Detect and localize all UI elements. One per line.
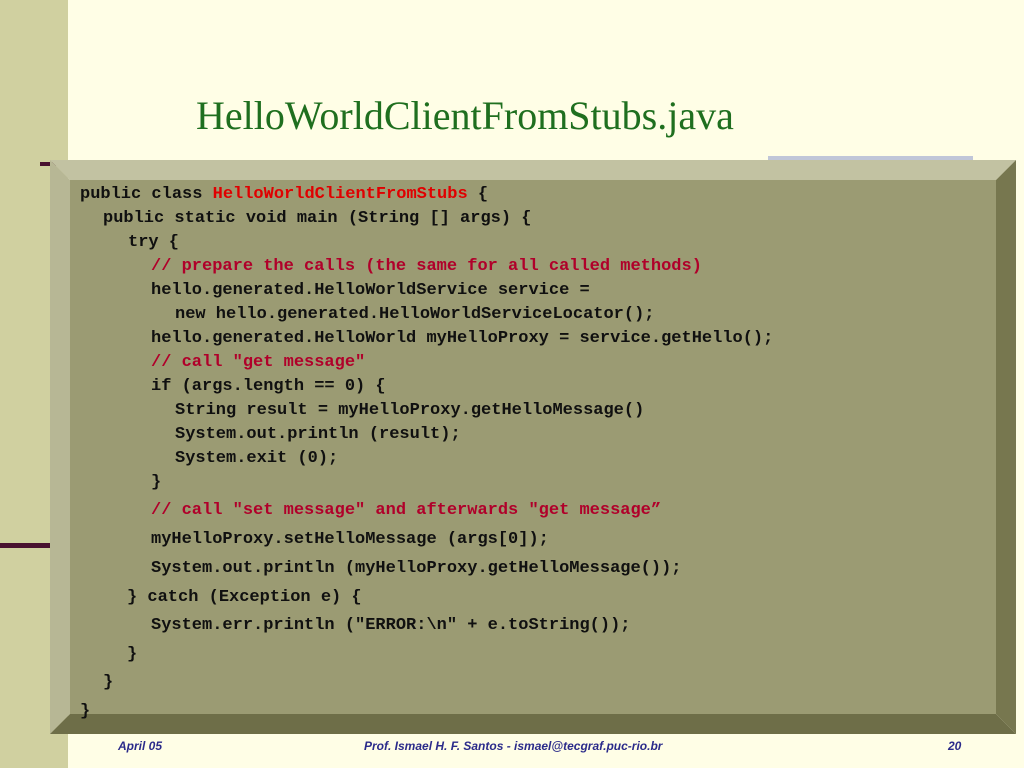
code-line: System.err.println ("ERROR:\n" + e.toStr… [151,616,631,635]
code-line: System.out.println (result); [175,425,461,444]
code-box [50,160,1016,734]
code-line: new hello.generated.HelloWorldServiceLoc… [175,305,655,324]
class-name-highlight: HelloWorldClientFromStubs [212,185,468,204]
code-line: if (args.length == 0) { [151,377,386,396]
code-line: } [127,645,138,664]
code-line: myHelloProxy.setHelloMessage (args[0]); [151,530,549,549]
code-line: } [80,702,91,721]
code-box-bevel [50,160,1016,734]
code-line: } [151,473,162,492]
code-line: } catch (Exception e) { [127,588,362,607]
footer-author: Prof. Ismael H. F. Santos - ismael@tecgr… [364,739,663,753]
code-line: hello.generated.HelloWorldService servic… [151,281,590,300]
code-comment: // call "set message" and afterwards "ge… [151,501,662,520]
code-line: try { [128,233,180,252]
code-line: String result = myHelloProxy.getHelloMes… [175,401,645,420]
code-comment: // prepare the calls (the same for all c… [151,257,702,276]
code-line: public static void main (String [] args)… [103,209,532,228]
code-line: public class HelloWorldClientFromStubs { [80,185,489,204]
code-line: System.out.println (myHelloProxy.getHell… [151,559,682,578]
footer-page-number: 20 [948,739,962,753]
code-line: hello.generated.HelloWorld myHelloProxy … [151,329,774,348]
left-divider-rule [0,543,52,548]
slide-title: HelloWorldClientFromStubs.java [196,93,734,138]
code-comment: // call "get message" [151,353,366,372]
footer-date: April 05 [118,739,163,753]
code-line: System.exit (0); [175,449,339,468]
code-line: } [103,673,114,692]
